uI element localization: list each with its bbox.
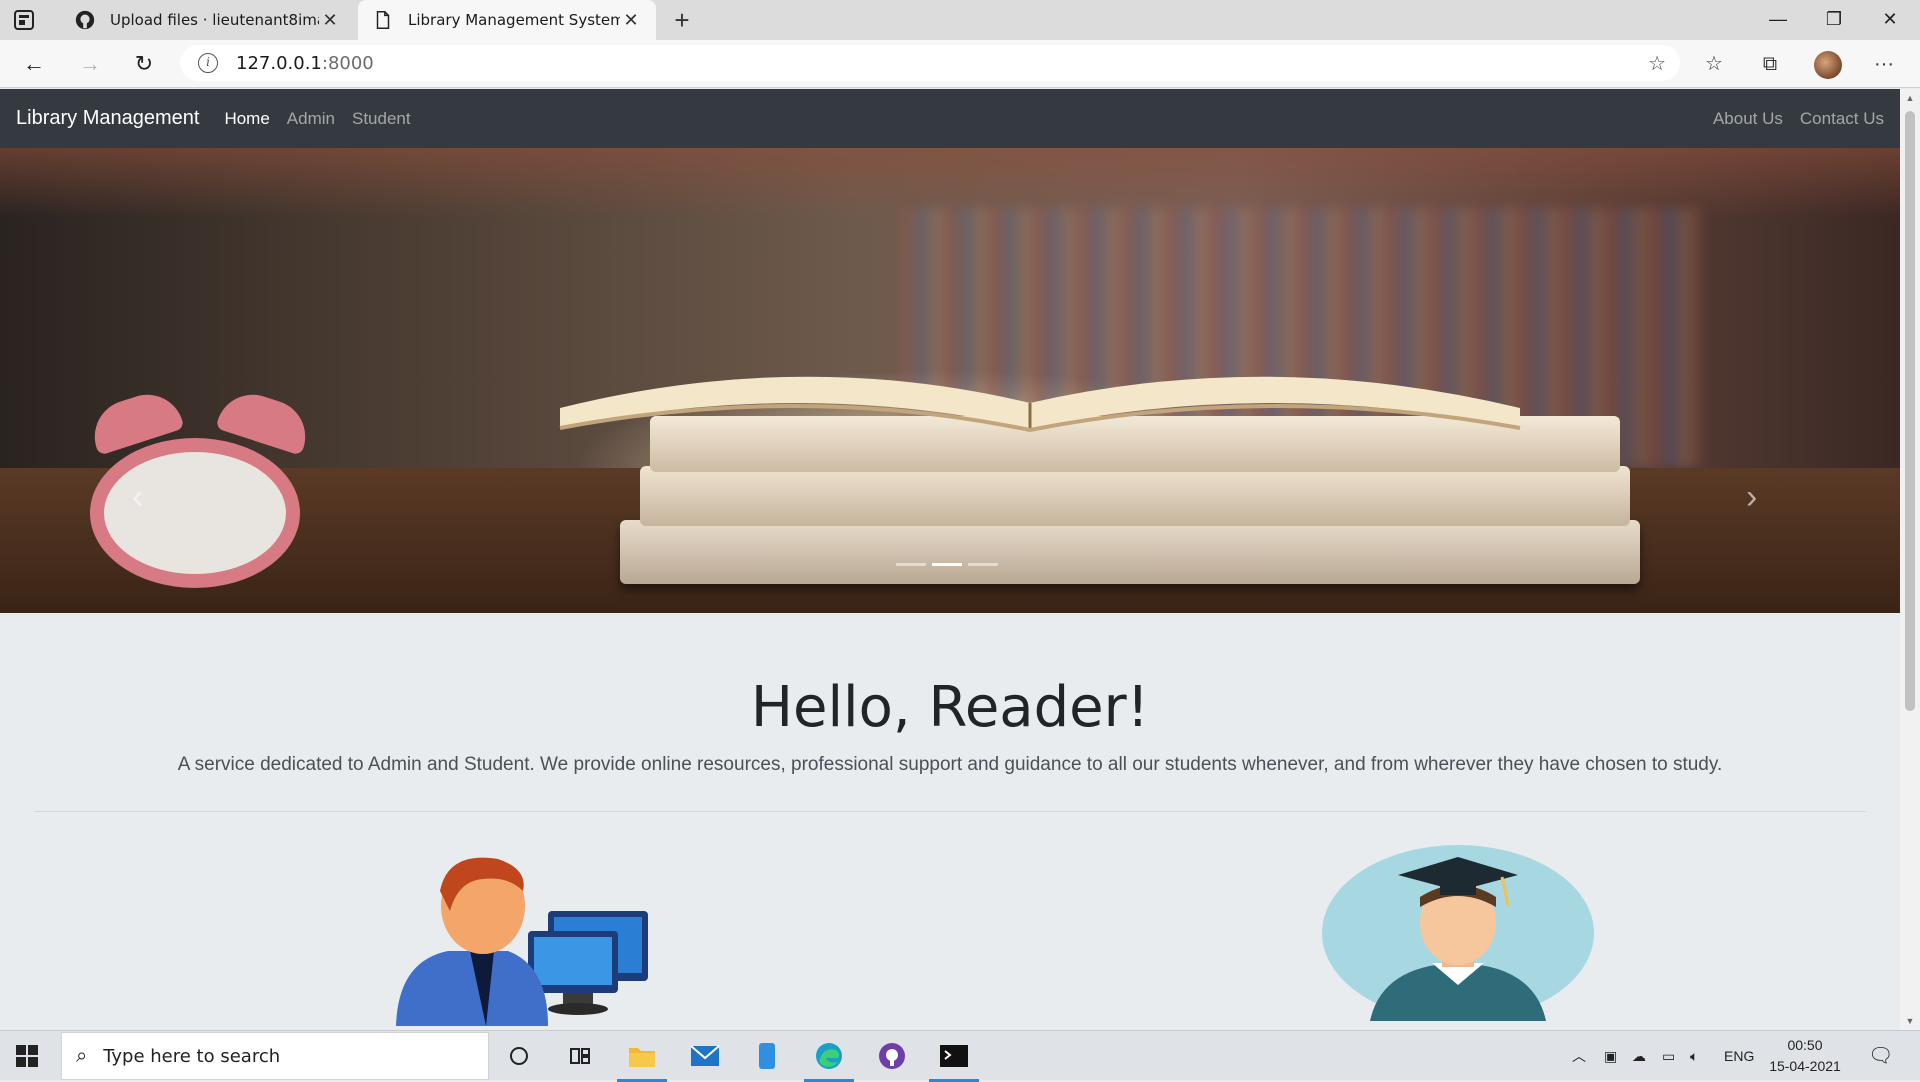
cortana-icon[interactable]	[502, 1039, 536, 1073]
refresh-button[interactable]: ↻	[128, 48, 160, 80]
scrollbar-thumb[interactable]	[1905, 111, 1915, 711]
new-tab-button[interactable]: +	[666, 4, 698, 36]
github-desktop-icon[interactable]	[875, 1039, 909, 1073]
minimize-button[interactable]: —	[1750, 0, 1806, 40]
windows-start-icon[interactable]	[16, 1045, 38, 1067]
close-window-button[interactable]: ✕	[1862, 0, 1918, 40]
language-indicator[interactable]: ENG	[1724, 1031, 1754, 1081]
tab-title: Library Management System	[408, 11, 620, 29]
task-view-icon[interactable]	[563, 1039, 597, 1073]
site-info-icon[interactable]: i	[198, 53, 218, 73]
taskbar-clock[interactable]: 00:50 15-04-2021	[1762, 1035, 1848, 1077]
page-title: Hello, Reader!	[750, 675, 1150, 740]
carousel-indicator-3[interactable]	[968, 563, 998, 566]
search-icon: ⌕	[76, 1044, 88, 1067]
forward-button[interactable]: →	[74, 48, 106, 80]
favorites-icon[interactable]: ☆	[1700, 50, 1728, 78]
terminal-icon[interactable]	[929, 1039, 979, 1082]
carousel-book-bottom	[620, 520, 1640, 584]
taskbar-search-box[interactable]: ⌕ Type here to search	[61, 1032, 489, 1080]
restore-button[interactable]: ❐	[1806, 0, 1862, 40]
nav-about-us[interactable]: About Us	[1713, 109, 1783, 129]
jumbotron: Hello, Reader! A service dedicated to Ad…	[0, 613, 1900, 1030]
close-tab-icon[interactable]: ✕	[620, 10, 642, 31]
carousel-book-middle	[640, 466, 1630, 526]
url-text: 127.0.0.1:8000	[236, 53, 374, 74]
clock-date: 15-04-2021	[1769, 1058, 1841, 1074]
profile-avatar[interactable]	[1814, 51, 1842, 79]
page-viewport: Library Management Home Admin Student Ab…	[0, 89, 1900, 1030]
address-bar: ← → ↻ i 127.0.0.1:8000 ☆ ☆ ⧉ ···	[0, 40, 1920, 88]
nav-student[interactable]: Student	[352, 109, 411, 129]
onedrive-icon[interactable]: ☁	[1632, 1031, 1646, 1081]
carousel-indicators	[896, 563, 998, 566]
nav-right-group: About Us Contact Us	[1696, 109, 1884, 129]
file-explorer-icon[interactable]	[617, 1039, 667, 1082]
show-hidden-icons[interactable]: ︿	[1572, 1031, 1586, 1081]
add-favorite-icon[interactable]: ☆	[1648, 51, 1666, 76]
scroll-down-icon[interactable]: ▼	[1900, 1012, 1920, 1030]
close-tab-icon[interactable]: ✕	[319, 10, 341, 31]
mail-icon[interactable]	[688, 1039, 722, 1073]
carousel-open-book	[559, 376, 1521, 433]
nav-contact-us[interactable]: Contact Us	[1800, 109, 1884, 129]
clock-time: 00:50	[1787, 1037, 1823, 1053]
carousel-indicator-1[interactable]	[896, 563, 926, 566]
divider	[34, 811, 1866, 812]
carousel-prev-icon[interactable]: ‹	[132, 478, 143, 517]
browser-tab-bar: Upload files · lieutenant8ima/tac ✕ Libr…	[0, 0, 1920, 40]
tab-actions-icon[interactable]	[12, 8, 36, 32]
carousel-alarm-clock	[50, 378, 350, 613]
meet-now-icon[interactable]: ▣	[1604, 1031, 1617, 1081]
lead-text: A service dedicated to Admin and Student…	[177, 754, 1723, 775]
carousel-indicator-2[interactable]	[932, 563, 962, 566]
scroll-up-icon[interactable]: ▲	[1900, 89, 1920, 107]
page-icon	[376, 11, 390, 29]
admin-image[interactable]	[388, 851, 658, 1030]
collections-icon[interactable]: ⧉	[1756, 50, 1784, 78]
nav-admin[interactable]: Admin	[287, 109, 335, 129]
hero-carousel: ‹ ›	[0, 148, 1900, 613]
page-scrollbar[interactable]: ▲ ▼	[1900, 89, 1920, 1030]
tab-upload-files[interactable]: Upload files · lieutenant8ima/tac ✕	[60, 0, 355, 40]
back-button[interactable]: ←	[18, 48, 50, 80]
search-placeholder: Type here to search	[103, 1045, 281, 1067]
site-navbar: Library Management Home Admin Student Ab…	[0, 89, 1900, 148]
volume-icon[interactable]: 🔈︎	[1690, 1031, 1698, 1081]
url-field[interactable]: i 127.0.0.1:8000 ☆	[180, 45, 1680, 81]
url-port: :8000	[321, 52, 374, 74]
github-icon	[75, 10, 95, 30]
clock-face	[90, 438, 300, 588]
more-menu-icon[interactable]: ···	[1870, 50, 1898, 78]
battery-icon[interactable]: ▭	[1662, 1031, 1675, 1081]
notifications-icon[interactable]: 🗨︎	[1868, 1031, 1893, 1081]
nav-home[interactable]: Home	[224, 109, 269, 129]
tab-title: Upload files · lieutenant8ima/tac	[110, 11, 319, 29]
url-host: 127.0.0.1	[236, 52, 322, 74]
windows-taskbar: ⌕ Type here to search ︿ ▣ ☁ ▭ 🔈︎ ENG 00:…	[0, 1030, 1920, 1082]
edge-browser-icon[interactable]	[804, 1039, 854, 1082]
carousel-next-icon[interactable]: ›	[1746, 478, 1757, 517]
tab-library-management[interactable]: Library Management System ✕	[358, 0, 656, 40]
student-image[interactable]	[1322, 845, 1594, 1021]
phone-link-icon[interactable]	[750, 1039, 784, 1073]
site-brand[interactable]: Library Management	[16, 107, 199, 130]
